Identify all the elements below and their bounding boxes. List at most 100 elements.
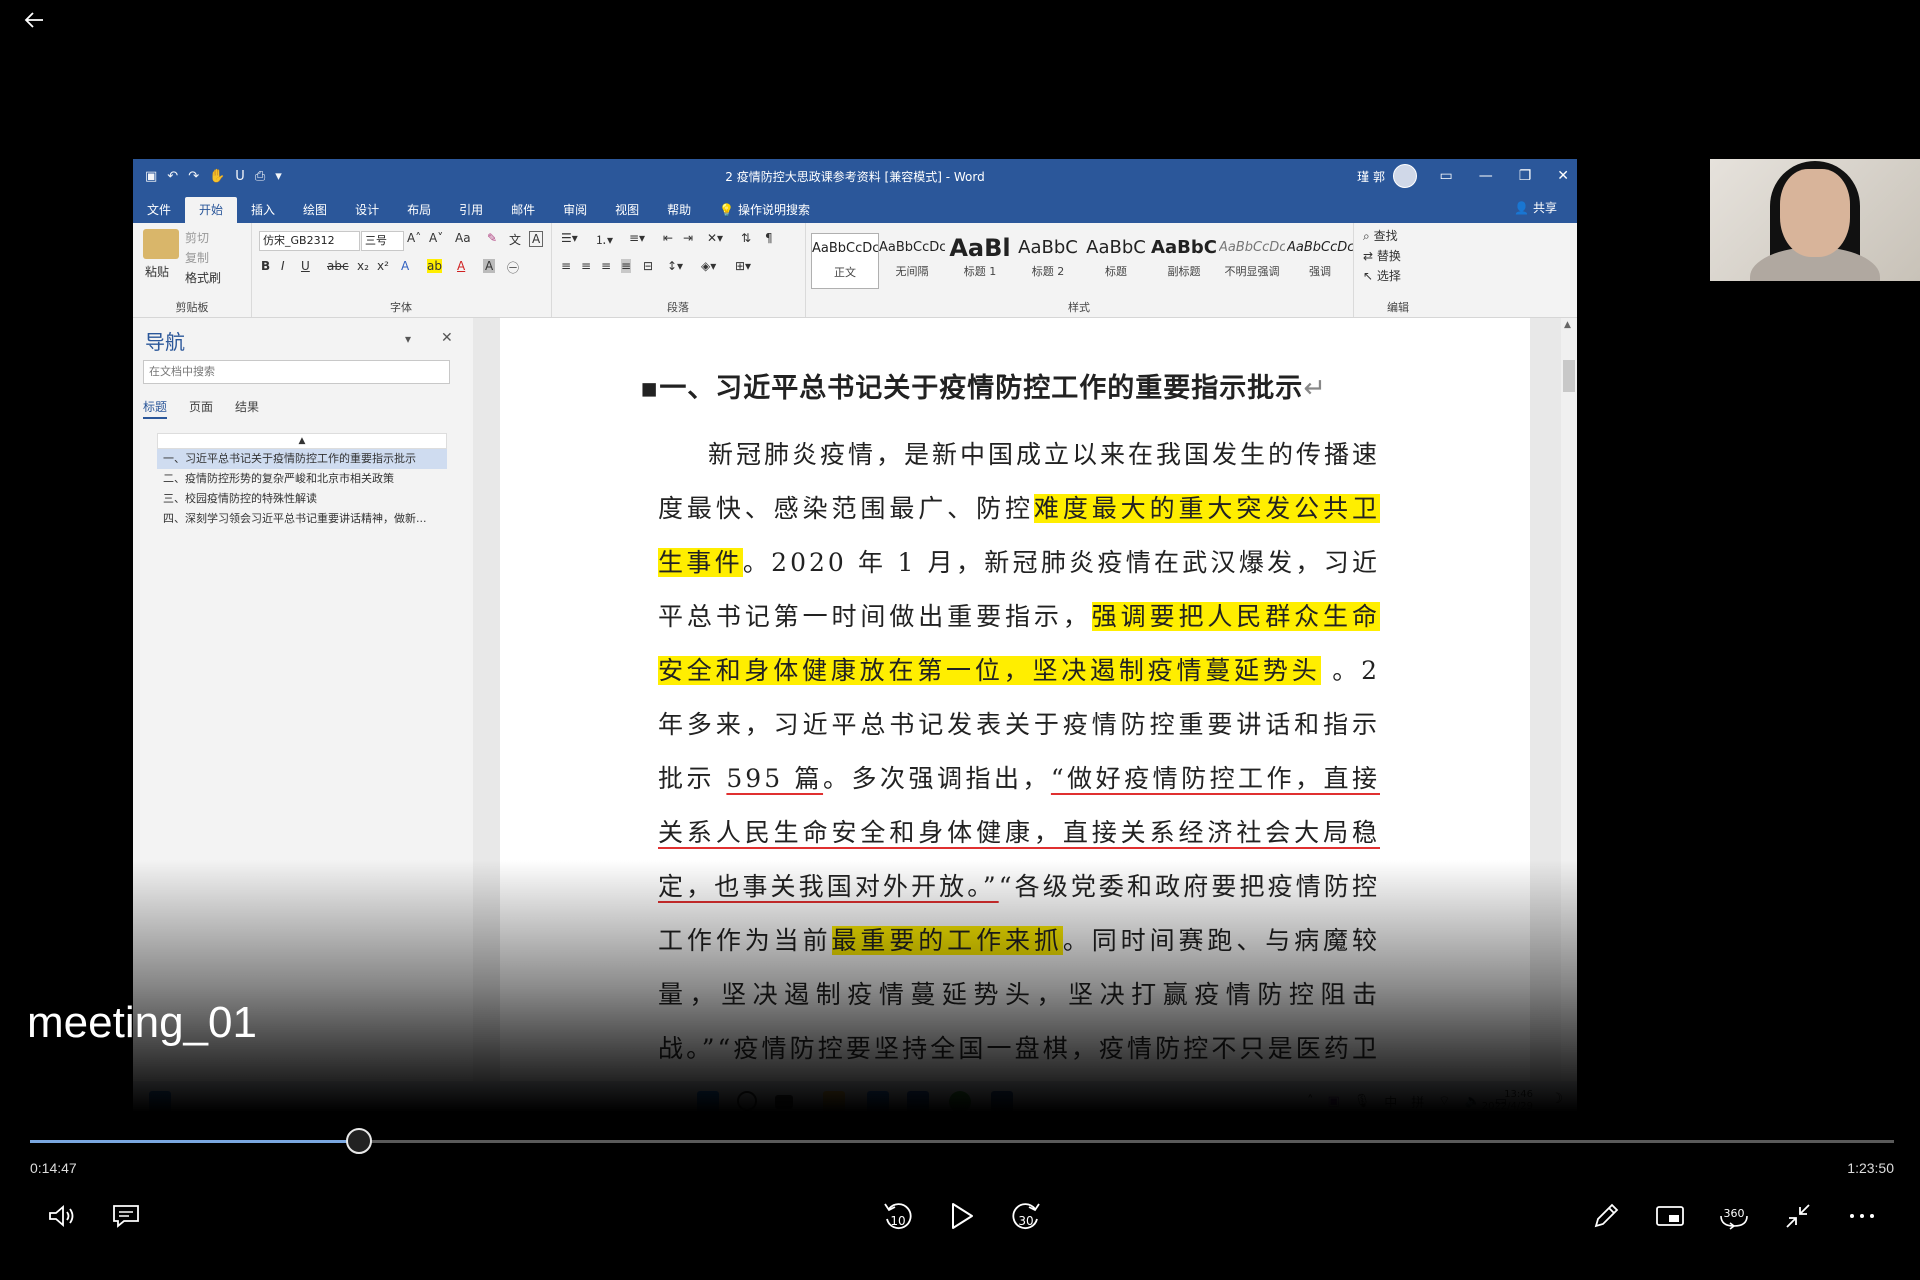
text-effects-icon[interactable]: A [401, 259, 409, 273]
nav-tab-pages[interactable]: 页面 [189, 398, 213, 419]
document-scrollbar[interactable]: ▲ [1561, 318, 1577, 1081]
italic-icon[interactable]: I [281, 259, 285, 273]
tab-layout[interactable]: 布局 [393, 197, 445, 223]
font-name-select[interactable]: 仿宋_GB2312 [259, 231, 360, 251]
bullets-icon[interactable]: ☰▾ [561, 231, 578, 245]
underline-icon[interactable]: U [301, 259, 310, 273]
superscript-icon[interactable]: x² [377, 259, 389, 273]
char-shading-icon[interactable]: A [483, 259, 496, 273]
font-color-icon[interactable]: A [457, 259, 465, 273]
tab-home[interactable]: 开始 [185, 197, 238, 223]
minimize-icon[interactable]: — [1479, 168, 1493, 184]
wechat-app-icon[interactable] [949, 1091, 971, 1113]
start-icon[interactable] [697, 1091, 719, 1113]
style-heading-1[interactable]: AaBl 标题 1 [947, 233, 1013, 287]
strikethrough-icon[interactable]: abc [327, 259, 349, 273]
align-right-icon[interactable]: ≡ [601, 259, 611, 273]
sort-icon[interactable]: ⇅ [741, 231, 751, 245]
calendar-app-icon[interactable] [867, 1091, 889, 1113]
clear-formatting-icon[interactable]: ✎ [487, 231, 497, 245]
tab-mailings[interactable]: 邮件 [497, 197, 549, 223]
numbering-icon[interactable]: ⒈▾ [595, 231, 613, 248]
seek-bar[interactable] [30, 1140, 1894, 1143]
draw-button[interactable] [1584, 1194, 1628, 1238]
nav-collapse-handle[interactable]: ▲ [157, 433, 447, 449]
touch-mode-icon[interactable]: ✋ [209, 169, 225, 184]
font-size-select[interactable]: 三号 [361, 231, 404, 251]
tab-view[interactable]: 视图 [601, 197, 653, 223]
volume-button[interactable] [40, 1194, 84, 1238]
nav-search-input[interactable]: 在文档中搜索 [143, 360, 450, 384]
scroll-up-icon[interactable]: ▲ [1564, 320, 1571, 330]
nav-tab-headings[interactable]: 标题 [143, 398, 168, 419]
nav-heading-item[interactable]: 三、校园疫情防控的特殊性解读 [157, 489, 447, 509]
wifi-icon[interactable]: ⌔ [1438, 1093, 1450, 1109]
exit-fullscreen-button[interactable] [1776, 1194, 1820, 1238]
paste-button[interactable]: 粘贴 [145, 263, 169, 280]
paste-icon[interactable] [143, 229, 179, 259]
distributed-icon[interactable]: ⊟ [643, 259, 653, 273]
style-subtitle[interactable]: AaBbC 副标题 [1151, 233, 1217, 287]
vr-360-button[interactable]: 360 [1712, 1194, 1756, 1238]
change-case-icon[interactable]: Aa [455, 231, 471, 245]
miniplayer-button[interactable] [1648, 1194, 1692, 1238]
line-spacing-icon[interactable]: ↕▾ [667, 259, 683, 273]
phonetic-guide-icon[interactable]: 文 [509, 231, 521, 248]
justify-icon[interactable]: ≡ [621, 259, 632, 273]
shading-icon[interactable]: ◈▾ [701, 259, 716, 273]
redo-icon[interactable]: ↷ [188, 169, 199, 184]
enclose-char-icon[interactable]: ㊀ [507, 259, 519, 276]
nav-heading-item[interactable]: 一、习近平总书记关于疫情防控工作的重要指示批示 [157, 449, 447, 469]
nav-heading-item[interactable]: 四、深刻学习领会习近平总书记重要讲话精神，做新... [157, 509, 447, 529]
tab-file[interactable]: 文件 [133, 197, 185, 223]
decrease-indent-icon[interactable]: ⇤ [663, 231, 673, 245]
word-app-icon[interactable] [991, 1091, 1013, 1113]
ribbon-display-icon[interactable]: ▭ [1439, 168, 1452, 184]
shrink-font-icon[interactable]: A˅ [429, 231, 443, 245]
forward-30-button[interactable]: 30 [1004, 1194, 1048, 1238]
whiteboard-app-icon[interactable] [907, 1091, 929, 1113]
char-border-icon[interactable]: A [529, 231, 544, 247]
pinyin-indicator[interactable]: 拼 [1411, 1092, 1424, 1111]
tab-design[interactable]: 设计 [341, 197, 393, 223]
user-account[interactable]: 瑾 郭 [1357, 159, 1417, 193]
play-button[interactable] [940, 1194, 984, 1238]
tab-help[interactable]: 帮助 [653, 197, 705, 223]
tab-draw[interactable]: 绘图 [289, 197, 341, 223]
widgets-icon[interactable] [149, 1091, 171, 1113]
subscript-icon[interactable]: x₂ [357, 259, 369, 273]
close-icon[interactable]: ✕ [1557, 168, 1569, 184]
underline-qat-icon[interactable]: U [235, 169, 245, 184]
highlight-icon[interactable]: ab [427, 259, 442, 273]
find-button[interactable]: ⌕ 查找 [1363, 227, 1398, 244]
tab-references[interactable]: 引用 [445, 197, 497, 223]
style-heading-2[interactable]: AaBbC 标题 2 [1015, 233, 1081, 287]
microphone-icon[interactable]: 🎙 [1354, 1094, 1371, 1109]
ime-indicator[interactable]: 中 [1384, 1092, 1397, 1111]
seek-thumb[interactable] [345, 1128, 372, 1154]
style-subtle-emphasis[interactable]: AaBbCcDc 不明显强调 [1219, 233, 1285, 287]
undo-icon[interactable]: ↶ [167, 169, 178, 184]
chinese-layout-icon[interactable]: ✕▾ [707, 231, 723, 245]
cut-button[interactable]: 剪切 [185, 229, 209, 246]
onenote-tray-icon[interactable]: ▣ [1327, 1094, 1339, 1109]
chevron-up-icon[interactable]: ˄ [1307, 1094, 1314, 1109]
print-preview-icon[interactable]: ⎙ [255, 169, 265, 184]
scrollbar-thumb[interactable] [1563, 360, 1575, 392]
borders-icon[interactable]: ⊞▾ [735, 259, 751, 273]
more-options-button[interactable] [1840, 1194, 1884, 1238]
file-explorer-icon[interactable] [823, 1091, 845, 1113]
select-button[interactable]: ↖ 选择 [1363, 267, 1401, 284]
save-icon[interactable]: ▣ [145, 169, 157, 184]
style-no-spacing[interactable]: AaBbCcDc 无间隔 [879, 233, 945, 287]
share-button[interactable]: 👤 共享 [1514, 193, 1557, 223]
task-view-icon[interactable] [775, 1095, 793, 1109]
qat-dropdown-icon[interactable]: ▾ [275, 169, 282, 184]
increase-indent-icon[interactable]: ⇥ [683, 231, 693, 245]
align-center-icon[interactable]: ≡ [581, 259, 591, 273]
back-button[interactable] [14, 4, 54, 36]
style-normal[interactable]: AaBbCcDc 正文 [811, 233, 879, 289]
align-left-icon[interactable]: ≡ [561, 259, 571, 273]
taskbar-clock[interactable]: 13:46 2022/4/29 [1482, 1089, 1533, 1113]
style-title[interactable]: AaBbC 标题 [1083, 233, 1149, 287]
